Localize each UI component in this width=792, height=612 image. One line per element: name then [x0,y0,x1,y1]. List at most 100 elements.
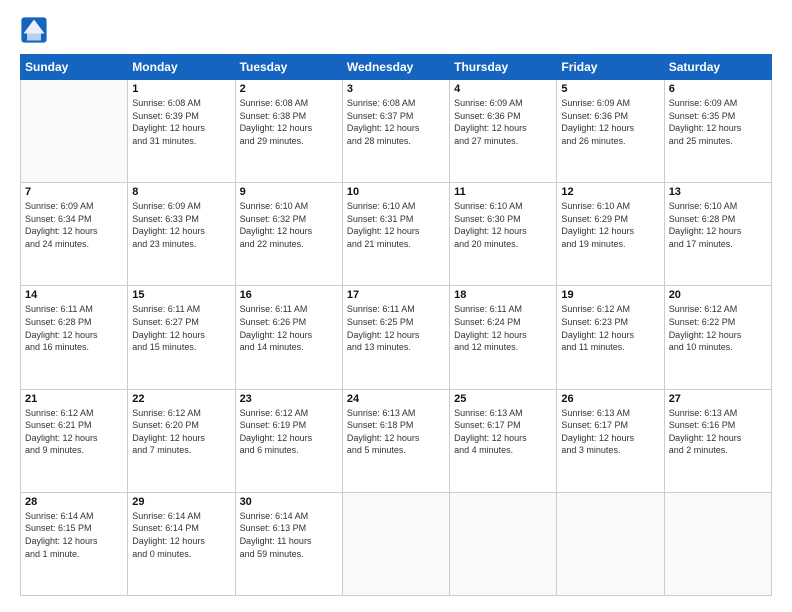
day-info: Sunrise: 6:11 AM Sunset: 6:25 PM Dayligh… [347,303,445,353]
calendar-cell: 7Sunrise: 6:09 AM Sunset: 6:34 PM Daylig… [21,183,128,286]
calendar-cell: 27 Sunrise: 6:13 AM Sunset: 6:16 PM Dayli… [664,389,771,492]
day-number: 16 [240,289,338,301]
calendar-cell [21,80,128,183]
day-number: 2 [240,83,338,95]
day-number: 18 [454,289,552,301]
header [20,16,772,44]
day-info: Sunrise: 6:13 AM Sunset: 6:17 PM Dayligh… [454,407,552,457]
day-info: Sunrise: 6:11 AM Sunset: 6:27 PM Dayligh… [132,303,230,353]
day-number: 21 [25,393,123,405]
calendar-cell: 29Sunrise: 6:14 AM Sunset: 6:14 PM Dayli… [128,492,235,595]
day-number: 25 [454,393,552,405]
weekday-header: Saturday [664,55,771,80]
day-number: 19 [561,289,659,301]
calendar-cell: 14 Sunrise: 6:11 AM Sunset: 6:28 PM Dayli… [21,286,128,389]
calendar-week-row: 14 Sunrise: 6:11 AM Sunset: 6:28 PM Dayli… [21,286,772,389]
calendar-cell: 24 Sunrise: 6:13 AM Sunset: 6:18 PM Dayli… [342,389,449,492]
day-number: 11 [454,186,552,198]
calendar-table: SundayMondayTuesdayWednesdayThursdayFrid… [20,54,772,596]
day-info: Sunrise: 6:11 AM Sunset: 6:28 PM Dayligh… [25,303,123,353]
day-number: 3 [347,83,445,95]
day-number: 24 [347,393,445,405]
day-info: Sunrise: 6:12 AM Sunset: 6:23 PM Dayligh… [561,303,659,353]
day-info: Sunrise: 6:10 AM Sunset: 6:30 PM Dayligh… [454,200,552,250]
day-info: Sunrise: 6:08 AM Sunset: 6:37 PM Dayligh… [347,97,445,147]
calendar-week-row: 7Sunrise: 6:09 AM Sunset: 6:34 PM Daylig… [21,183,772,286]
day-number: 20 [669,289,767,301]
weekday-header: Tuesday [235,55,342,80]
day-number: 4 [454,83,552,95]
calendar-cell: 4Sunrise: 6:09 AM Sunset: 6:36 PM Daylig… [450,80,557,183]
calendar-cell: 13 Sunrise: 6:10 AM Sunset: 6:28 PM Dayli… [664,183,771,286]
calendar-header-row: SundayMondayTuesdayWednesdayThursdayFrid… [21,55,772,80]
calendar-cell [450,492,557,595]
calendar-cell: 15 Sunrise: 6:11 AM Sunset: 6:27 PM Dayli… [128,286,235,389]
day-number: 14 [25,289,123,301]
day-info: Sunrise: 6:08 AM Sunset: 6:38 PM Dayligh… [240,97,338,147]
day-number: 29 [132,496,230,508]
calendar-cell: 30 Sunrise: 6:14 AM Sunset: 6:13 PM Dayli… [235,492,342,595]
weekday-header: Sunday [21,55,128,80]
calendar-cell: 6 Sunrise: 6:09 AM Sunset: 6:35 PM Daylig… [664,80,771,183]
day-info: Sunrise: 6:09 AM Sunset: 6:33 PM Dayligh… [132,200,230,250]
day-info: Sunrise: 6:13 AM Sunset: 6:18 PM Dayligh… [347,407,445,457]
day-number: 17 [347,289,445,301]
weekday-header: Friday [557,55,664,80]
calendar-cell: 21 Sunrise: 6:12 AM Sunset: 6:21 PM Dayli… [21,389,128,492]
calendar-cell: 16 Sunrise: 6:11 AM Sunset: 6:26 PM Dayli… [235,286,342,389]
calendar-week-row: 21 Sunrise: 6:12 AM Sunset: 6:21 PM Dayli… [21,389,772,492]
calendar-cell [557,492,664,595]
weekday-header: Wednesday [342,55,449,80]
calendar-cell: 5Sunrise: 6:09 AM Sunset: 6:36 PM Daylig… [557,80,664,183]
calendar-cell: 1Sunrise: 6:08 AM Sunset: 6:39 PM Daylig… [128,80,235,183]
calendar-cell: 11 Sunrise: 6:10 AM Sunset: 6:30 PM Dayli… [450,183,557,286]
calendar-cell: 20 Sunrise: 6:12 AM Sunset: 6:22 PM Dayli… [664,286,771,389]
calendar-week-row: 1Sunrise: 6:08 AM Sunset: 6:39 PM Daylig… [21,80,772,183]
calendar-cell [664,492,771,595]
day-number: 22 [132,393,230,405]
day-number: 28 [25,496,123,508]
day-number: 23 [240,393,338,405]
day-info: Sunrise: 6:12 AM Sunset: 6:22 PM Dayligh… [669,303,767,353]
calendar-cell: 3 Sunrise: 6:08 AM Sunset: 6:37 PM Daylig… [342,80,449,183]
calendar-cell: 22 Sunrise: 6:12 AM Sunset: 6:20 PM Dayli… [128,389,235,492]
calendar-cell: 17 Sunrise: 6:11 AM Sunset: 6:25 PM Dayli… [342,286,449,389]
day-info: Sunrise: 6:14 AM Sunset: 6:13 PM Dayligh… [240,510,338,560]
day-number: 6 [669,83,767,95]
day-info: Sunrise: 6:10 AM Sunset: 6:29 PM Dayligh… [561,200,659,250]
day-info: Sunrise: 6:10 AM Sunset: 6:28 PM Dayligh… [669,200,767,250]
day-number: 7 [25,186,123,198]
day-number: 15 [132,289,230,301]
day-info: Sunrise: 6:11 AM Sunset: 6:26 PM Dayligh… [240,303,338,353]
calendar-cell: 9 Sunrise: 6:10 AM Sunset: 6:32 PM Daylig… [235,183,342,286]
page: SundayMondayTuesdayWednesdayThursdayFrid… [0,0,792,612]
day-info: Sunrise: 6:09 AM Sunset: 6:36 PM Dayligh… [561,97,659,147]
day-number: 1 [132,83,230,95]
calendar-cell: 23Sunrise: 6:12 AM Sunset: 6:19 PM Dayli… [235,389,342,492]
day-info: Sunrise: 6:10 AM Sunset: 6:32 PM Dayligh… [240,200,338,250]
day-info: Sunrise: 6:12 AM Sunset: 6:21 PM Dayligh… [25,407,123,457]
calendar-cell: 26 Sunrise: 6:13 AM Sunset: 6:17 PM Dayli… [557,389,664,492]
day-number: 26 [561,393,659,405]
day-number: 9 [240,186,338,198]
day-number: 8 [132,186,230,198]
day-info: Sunrise: 6:12 AM Sunset: 6:20 PM Dayligh… [132,407,230,457]
day-info: Sunrise: 6:13 AM Sunset: 6:17 PM Dayligh… [561,407,659,457]
logo-icon [20,16,48,44]
day-info: Sunrise: 6:09 AM Sunset: 6:35 PM Dayligh… [669,97,767,147]
calendar-cell: 18 Sunrise: 6:11 AM Sunset: 6:24 PM Dayli… [450,286,557,389]
calendar-cell: 10Sunrise: 6:10 AM Sunset: 6:31 PM Dayli… [342,183,449,286]
calendar-cell: 2 Sunrise: 6:08 AM Sunset: 6:38 PM Daylig… [235,80,342,183]
day-number: 10 [347,186,445,198]
weekday-header: Thursday [450,55,557,80]
day-info: Sunrise: 6:14 AM Sunset: 6:15 PM Dayligh… [25,510,123,560]
day-info: Sunrise: 6:13 AM Sunset: 6:16 PM Dayligh… [669,407,767,457]
day-number: 27 [669,393,767,405]
day-number: 13 [669,186,767,198]
day-info: Sunrise: 6:11 AM Sunset: 6:24 PM Dayligh… [454,303,552,353]
calendar-cell: 8 Sunrise: 6:09 AM Sunset: 6:33 PM Daylig… [128,183,235,286]
day-number: 30 [240,496,338,508]
calendar-cell: 25 Sunrise: 6:13 AM Sunset: 6:17 PM Dayli… [450,389,557,492]
calendar-week-row: 28 Sunrise: 6:14 AM Sunset: 6:15 PM Dayli… [21,492,772,595]
calendar-cell [342,492,449,595]
